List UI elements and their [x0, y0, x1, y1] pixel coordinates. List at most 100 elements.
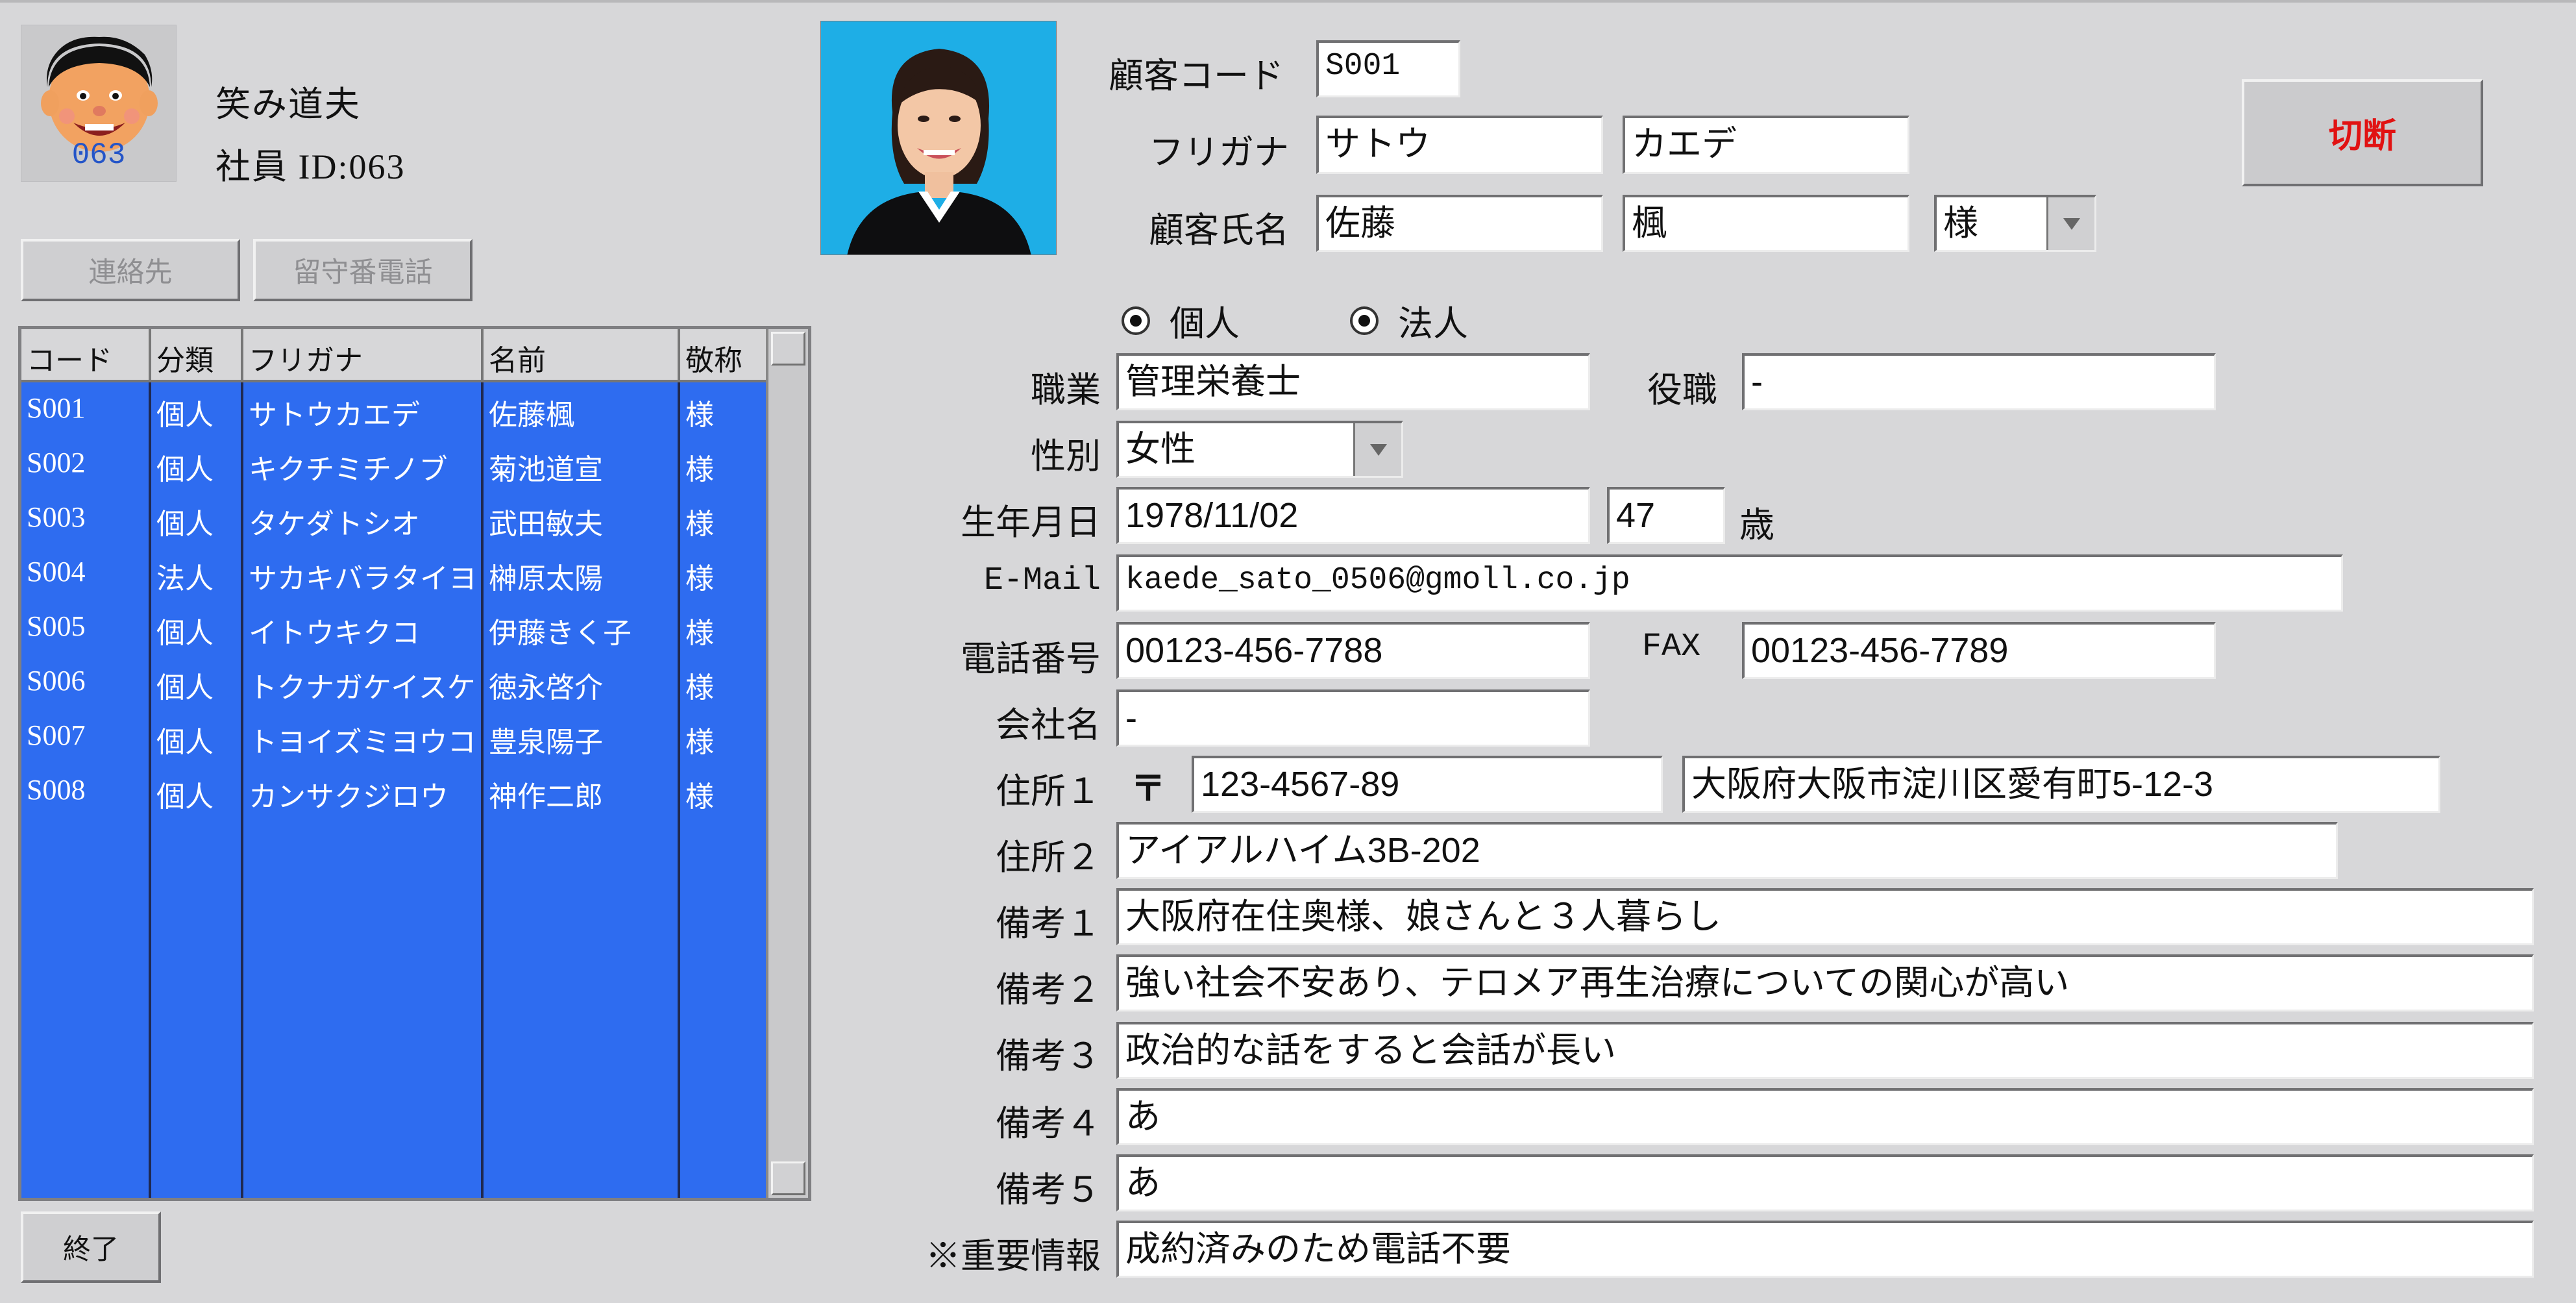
furigana-last-field[interactable]: サトウ [1316, 116, 1603, 174]
column-header-category[interactable]: 分類 [151, 329, 243, 380]
address2-field[interactable]: アイアルハイム3B-202 [1116, 822, 2338, 879]
furigana-first-field[interactable]: カエデ [1623, 116, 1909, 174]
position-field[interactable]: - [1742, 353, 2216, 410]
honorific-value: 様 [1943, 204, 1978, 243]
phone-field[interactable]: 00123-456-7788 [1116, 622, 1590, 679]
row-category: 個人 [156, 726, 214, 758]
fax-field[interactable]: 00123-456-7789 [1742, 622, 2216, 679]
table-row[interactable]: S002 個人 キクチミチノブ 菊池道宣 様 [21, 437, 766, 491]
column-header-code[interactable]: コード [21, 329, 151, 380]
radio-corporate-indicator[interactable] [1350, 306, 1379, 335]
note2-label: 備考２ [996, 971, 1101, 1010]
customer-code-field[interactable]: S001 [1316, 40, 1460, 97]
row-furigana: サカキバラタイヨ [249, 563, 477, 595]
row-furigana: タケダトシオ [249, 508, 420, 540]
row-code: S007 [27, 719, 86, 751]
row-code: S006 [27, 665, 86, 697]
age-field[interactable]: 47 [1607, 487, 1725, 544]
exit-button[interactable]: 終了 [21, 1211, 161, 1283]
table-row[interactable]: S003 個人 タケダトシオ 武田敏夫 様 [21, 491, 766, 546]
row-honorific: 様 [685, 563, 714, 595]
employee-id: 社員 ID:063 [215, 147, 406, 186]
table-row[interactable]: S001 個人 サトウカエデ 佐藤楓 様 [21, 382, 766, 437]
customer-list[interactable]: コード 分類 フリガナ 名前 敬称 S001 個人 サトウカエデ 佐藤楓 様 S… [18, 326, 811, 1201]
gender-select[interactable]: 女性 [1116, 421, 1403, 478]
note3-field[interactable]: 政治的な話をすると会話が長い [1116, 1022, 2534, 1079]
birthdate-field[interactable]: 1978/11/02 [1116, 487, 1590, 544]
table-row[interactable]: S004 法人 サカキバラタイヨ 榊原太陽 様 [21, 546, 766, 601]
row-category: 個人 [156, 781, 214, 813]
radio-corporate[interactable]: 法人 [1350, 295, 1468, 346]
note2-field[interactable]: 強い社会不安あり、テロメア再生治療についての関心が高い [1116, 954, 2534, 1011]
occupation-label: 職業 [1031, 371, 1101, 410]
name-last-field[interactable]: 佐藤 [1316, 195, 1603, 252]
row-honorific: 様 [685, 454, 714, 486]
voicemail-button[interactable]: 留守番電話 [253, 239, 472, 301]
row-furigana: サトウカエデ [249, 399, 420, 431]
customer-list-body[interactable]: S001 個人 サトウカエデ 佐藤楓 様 S002 個人 キクチミチノブ 菊池道… [21, 382, 766, 1198]
note4-label: 備考４ [996, 1104, 1101, 1143]
contacts-button[interactable]: 連絡先 [21, 239, 240, 301]
note1-field[interactable]: 大阪府在住奥様、娘さんと３人暮らし [1116, 888, 2534, 945]
address1-label: 住所１ [996, 772, 1101, 811]
email-field[interactable]: kaede_sato_0506@gmoll.co.jp [1116, 554, 2343, 612]
row-name: 豊泉陽子 [489, 726, 603, 758]
table-row[interactable]: S005 個人 イトウキクコ 伊藤きく子 様 [21, 601, 766, 655]
row-furigana: イトウキクコ [249, 617, 420, 649]
row-code: S004 [27, 556, 86, 588]
scroll-down-button[interactable] [771, 1161, 805, 1195]
fax-label: FAX [1642, 628, 1701, 665]
honorific-select[interactable]: 様 [1934, 195, 2096, 252]
employee-name: 笑み道夫 [215, 85, 361, 124]
row-name: 神作二郎 [489, 781, 603, 813]
row-name: 佐藤楓 [489, 399, 574, 431]
customer-management-window: 063 笑み道夫 社員 ID:063 連絡先 留守番電話 コード 分類 フリガナ… [0, 0, 2576, 1303]
scroll-up-button[interactable] [771, 332, 805, 366]
column-header-furigana[interactable]: フリガナ [243, 329, 484, 380]
row-honorific: 様 [685, 781, 714, 813]
radio-individual[interactable]: 個人 [1122, 295, 1240, 346]
important-info-field[interactable]: 成約済みのため電話不要 [1116, 1221, 2534, 1278]
table-row[interactable]: S006 個人 トクナガケイスケ 徳永啓介 様 [21, 655, 766, 710]
gender-label: 性別 [1031, 437, 1101, 476]
radio-corporate-label: 法人 [1398, 304, 1468, 343]
chevron-down-icon[interactable] [2046, 197, 2094, 250]
row-name: 徳永啓介 [489, 672, 603, 704]
column-header-name[interactable]: 名前 [484, 329, 680, 380]
chevron-down-icon[interactable] [1353, 423, 1401, 476]
avatar-id-number: 063 [71, 138, 126, 172]
row-category: 個人 [156, 454, 214, 486]
disconnect-button[interactable]: 切断 [2242, 79, 2483, 186]
note3-label: 備考３ [996, 1037, 1101, 1076]
postal-code-field[interactable]: 123-4567-89 [1192, 756, 1663, 813]
position-label: 役職 [1647, 371, 1717, 410]
name-first-field[interactable]: 楓 [1623, 195, 1909, 252]
radio-individual-indicator[interactable] [1122, 306, 1150, 335]
occupation-field[interactable]: 管理栄養士 [1116, 353, 1590, 410]
radio-individual-label: 個人 [1170, 304, 1240, 343]
column-header-honorific[interactable]: 敬称 [680, 329, 766, 380]
note5-field[interactable]: あ [1116, 1154, 2534, 1211]
postal-mark-icon: 〒 [1131, 769, 1166, 808]
company-label: 会社名 [996, 706, 1101, 745]
note1-label: 備考１ [996, 904, 1101, 943]
age-unit-label: 歳 [1739, 506, 1774, 545]
row-category: 個人 [156, 508, 214, 540]
table-row[interactable]: S007 個人 トヨイズミヨウコ 豊泉陽子 様 [21, 710, 766, 764]
row-furigana: トヨイズミヨウコ [249, 726, 476, 758]
phone-label: 電話番号 [961, 639, 1101, 678]
address1-field[interactable]: 大阪府大阪市淀川区愛有町5-12-3 [1682, 756, 2440, 813]
row-honorific: 様 [685, 617, 714, 649]
table-row[interactable]: S008 個人 カンサクジロウ 神作二郎 様 [21, 764, 766, 819]
row-code: S001 [27, 392, 86, 424]
list-scrollbar[interactable] [766, 329, 808, 1198]
note4-field[interactable]: あ [1116, 1088, 2534, 1145]
customer-list-header: コード 分類 フリガナ 名前 敬称 [21, 329, 766, 382]
company-field[interactable]: - [1116, 689, 1590, 747]
customer-name-label: 顧客氏名 [1149, 211, 1289, 250]
row-honorific: 様 [685, 672, 714, 704]
customer-photo [820, 21, 1057, 255]
row-code: S005 [27, 610, 86, 642]
row-code: S008 [27, 774, 86, 806]
row-code: S002 [27, 447, 86, 478]
